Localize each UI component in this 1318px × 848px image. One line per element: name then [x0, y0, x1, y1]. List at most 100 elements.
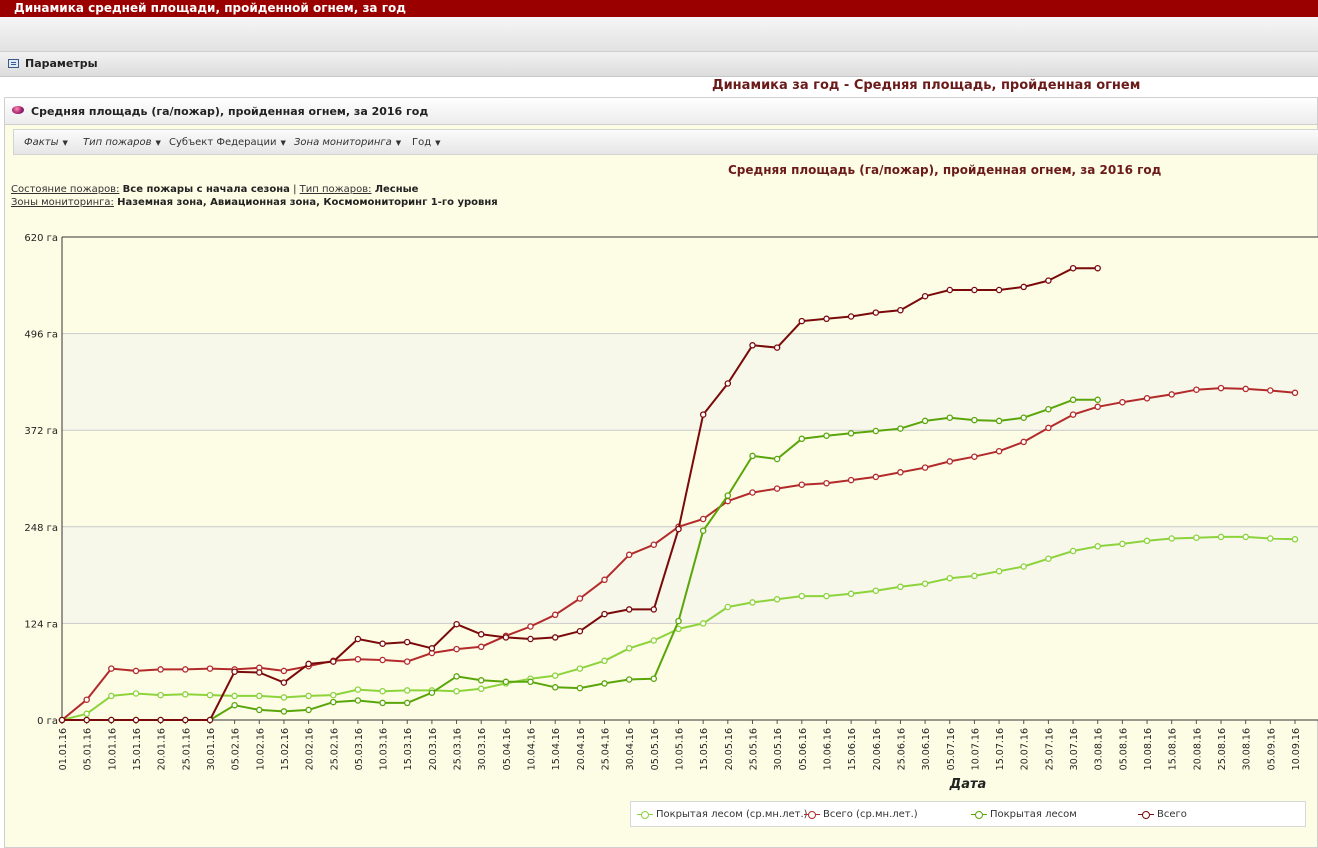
legend-item-total-avg[interactable]: Всего (ср.мн.лет.) [804, 809, 918, 820]
data-point [798, 435, 806, 443]
data-point [1168, 535, 1175, 542]
x-tick-label: 05.05.16 [650, 728, 661, 770]
data-point [403, 699, 411, 707]
legend-marker-icon [1138, 810, 1154, 819]
data-point [403, 687, 411, 694]
y-tick-label: 620 га [24, 233, 58, 244]
data-point [773, 455, 781, 463]
data-point [847, 313, 855, 320]
data-point [601, 680, 608, 687]
data-point [650, 606, 658, 613]
data-point [551, 684, 559, 691]
x-tick-label: 05.06.16 [798, 728, 809, 770]
chart-legend: Покрытая лесом (ср.мн.лет.) Всего (ср.мн… [630, 801, 1306, 827]
data-point [897, 469, 904, 476]
data-point [971, 286, 978, 294]
data-point [1291, 536, 1299, 543]
data-point [330, 658, 337, 665]
data-point [921, 292, 929, 300]
data-point [354, 655, 362, 663]
data-point [305, 660, 312, 668]
x-tick-label: 05.08.16 [1118, 728, 1129, 770]
data-point [823, 592, 830, 600]
x-tick-label: 25.03.16 [453, 728, 464, 770]
data-point [995, 447, 1003, 455]
data-point [625, 551, 633, 559]
x-tick-label: 10.02.16 [255, 728, 266, 770]
data-point [280, 708, 288, 715]
data-point [625, 606, 633, 613]
line-chart: 0 га 124 га 248 га 372 га 496 га 620 га 01.01.… [24, 233, 1318, 792]
data-point [1094, 264, 1101, 272]
data-point [182, 691, 189, 698]
x-tick-label: 01.01.16 [58, 728, 69, 770]
data-point [527, 623, 534, 630]
data-point [847, 590, 855, 598]
data-point [724, 380, 732, 387]
data-point [946, 574, 954, 582]
data-point [1217, 533, 1225, 541]
x-tick-label: 25.04.16 [601, 728, 612, 770]
data-point [305, 706, 312, 714]
data-point [453, 645, 460, 653]
x-tick-label: 05.01.16 [83, 728, 94, 770]
data-point [428, 689, 436, 696]
data-point [1168, 391, 1175, 398]
data-point [749, 489, 756, 496]
data-point [897, 583, 904, 591]
x-tick-label: 15.04.16 [551, 728, 562, 770]
data-point [354, 635, 362, 643]
legend-item-total[interactable]: Всего [1138, 809, 1187, 820]
data-point [576, 595, 584, 602]
x-tick-label: 05.09.16 [1266, 728, 1277, 770]
data-point [206, 665, 214, 672]
data-point [453, 620, 460, 628]
x-tick-label: 05.04.16 [502, 728, 513, 770]
legend-label: Покрытая лесом [990, 809, 1077, 820]
data-point [897, 425, 904, 432]
x-tick-label: 15.08.16 [1168, 728, 1179, 770]
legend-marker-icon [971, 810, 987, 819]
data-point [699, 515, 707, 523]
data-point [428, 645, 436, 652]
data-point [453, 673, 460, 680]
data-point [502, 678, 510, 686]
data-point [379, 699, 386, 707]
plot-band [62, 333, 1318, 431]
data-point [231, 692, 238, 700]
x-tick-label: 20.03.16 [428, 728, 439, 770]
legend-item-forest[interactable]: Покрытая лесом [971, 809, 1077, 820]
x-axis-title: Дата [949, 777, 987, 792]
data-point [379, 656, 386, 664]
data-point [453, 687, 460, 695]
data-point [971, 416, 978, 424]
data-point [108, 692, 115, 700]
x-tick-label: 30.07.16 [1069, 728, 1080, 770]
data-point [403, 658, 411, 665]
data-point [946, 458, 954, 465]
data-point [1143, 395, 1151, 402]
x-tick-label: 05.03.16 [354, 728, 365, 770]
legend-item-forest-avg[interactable]: Покрытая лесом (ср.мн.лет.) [637, 809, 808, 820]
data-point [773, 596, 781, 603]
y-tick-label: 124 га [24, 619, 58, 630]
data-point [1119, 540, 1126, 548]
x-tick-label: 10.03.16 [379, 728, 390, 770]
data-point [971, 453, 978, 460]
data-point [1143, 537, 1151, 545]
data-point [305, 692, 312, 700]
data-point [798, 592, 806, 600]
data-point [650, 541, 658, 548]
y-tick-label: 496 га [24, 330, 58, 341]
data-point [58, 716, 66, 724]
data-point [650, 675, 658, 682]
data-point [280, 667, 288, 675]
x-tick-label: 20.07.16 [1020, 728, 1031, 770]
data-point [1020, 563, 1027, 570]
x-tick-label: 30.06.16 [921, 728, 932, 770]
x-tick-label: 30.03.16 [477, 728, 488, 770]
data-point [231, 668, 238, 675]
legend-label: Всего (ср.мн.лет.) [823, 809, 918, 820]
data-point [625, 676, 633, 683]
data-point [182, 666, 189, 673]
